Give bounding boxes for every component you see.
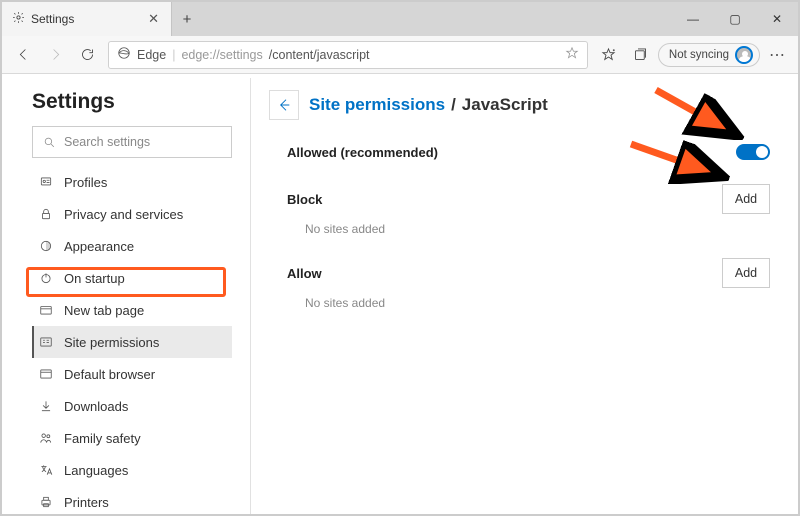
new-tab-button[interactable]: + bbox=[172, 2, 202, 36]
breadcrumb-current: JavaScript bbox=[462, 95, 548, 115]
avatar-icon bbox=[735, 46, 753, 64]
favorites-button[interactable] bbox=[594, 40, 624, 70]
settings-nav: Profiles Privacy and services Appearance… bbox=[32, 166, 232, 514]
url-suffix: /content/javascript bbox=[269, 48, 370, 62]
settings-sidebar: Settings Search settings Profiles Privac… bbox=[2, 74, 250, 514]
sidebar-item-label: Languages bbox=[64, 463, 128, 478]
block-add-button[interactable]: Add bbox=[722, 184, 770, 214]
sidebar-item-family[interactable]: Family safety bbox=[32, 422, 232, 454]
permissions-icon bbox=[38, 334, 54, 350]
search-placeholder: Search settings bbox=[64, 135, 150, 149]
address-bar[interactable]: Edge | edge://settings/content/javascrip… bbox=[108, 41, 588, 69]
language-icon bbox=[38, 462, 54, 478]
gear-icon bbox=[12, 11, 25, 27]
settings-search[interactable]: Search settings bbox=[32, 126, 232, 158]
sidebar-item-label: Privacy and services bbox=[64, 207, 183, 222]
main-panel: Site permissions / JavaScript Allowed (r… bbox=[251, 74, 798, 514]
sidebar-item-downloads[interactable]: Downloads bbox=[32, 390, 232, 422]
profile-label: Not syncing bbox=[669, 49, 729, 61]
tab-title: Settings bbox=[31, 12, 74, 26]
appearance-icon bbox=[38, 238, 54, 254]
browser-label: Edge bbox=[137, 48, 166, 62]
breadcrumb-link[interactable]: Site permissions bbox=[309, 95, 445, 115]
sidebar-item-default-browser[interactable]: Default browser bbox=[32, 358, 232, 390]
sidebar-item-startup[interactable]: On startup bbox=[32, 262, 232, 294]
sidebar-item-label: Downloads bbox=[64, 399, 128, 414]
profile-icon bbox=[38, 174, 54, 190]
allow-empty-text: No sites added bbox=[269, 294, 770, 326]
family-icon bbox=[38, 430, 54, 446]
allowed-label: Allowed (recommended) bbox=[287, 145, 438, 160]
url-prefix: edge://settings bbox=[181, 48, 262, 62]
sidebar-item-label: Appearance bbox=[64, 239, 134, 254]
sidebar-item-label: Site permissions bbox=[64, 335, 159, 350]
sidebar-item-profiles[interactable]: Profiles bbox=[32, 166, 232, 198]
close-window-button[interactable]: ✕ bbox=[756, 2, 798, 36]
search-icon bbox=[43, 136, 56, 149]
edge-logo-icon bbox=[117, 46, 131, 63]
breadcrumb-separator: / bbox=[451, 95, 456, 115]
toolbar: Edge | edge://settings/content/javascrip… bbox=[2, 36, 798, 74]
back-button[interactable] bbox=[8, 40, 38, 70]
block-label: Block bbox=[287, 192, 322, 207]
block-empty-text: No sites added bbox=[269, 220, 770, 252]
profile-button[interactable]: Not syncing bbox=[658, 43, 760, 67]
separator: | bbox=[172, 48, 175, 62]
allowed-row: Allowed (recommended) bbox=[269, 138, 770, 166]
sidebar-item-appearance[interactable]: Appearance bbox=[32, 230, 232, 262]
allowed-toggle[interactable] bbox=[736, 144, 770, 160]
refresh-button[interactable] bbox=[72, 40, 102, 70]
sidebar-item-privacy[interactable]: Privacy and services bbox=[32, 198, 232, 230]
sidebar-item-newtab[interactable]: New tab page bbox=[32, 294, 232, 326]
sidebar-item-languages[interactable]: Languages bbox=[32, 454, 232, 486]
forward-button bbox=[40, 40, 70, 70]
allow-row: Allow Add bbox=[269, 252, 770, 294]
sidebar-item-label: Profiles bbox=[64, 175, 107, 190]
sidebar-item-printers[interactable]: Printers bbox=[32, 486, 232, 514]
browser-tab[interactable]: Settings ✕ bbox=[2, 2, 172, 36]
sidebar-item-label: New tab page bbox=[64, 303, 144, 318]
maximize-button[interactable]: ▢ bbox=[714, 2, 756, 36]
collections-button[interactable] bbox=[626, 40, 656, 70]
power-icon bbox=[38, 270, 54, 286]
download-icon bbox=[38, 398, 54, 414]
allow-add-button[interactable]: Add bbox=[722, 258, 770, 288]
sidebar-item-label: Family safety bbox=[64, 431, 141, 446]
breadcrumb-back-button[interactable] bbox=[269, 90, 299, 120]
tab-icon bbox=[38, 302, 54, 318]
content-area: Settings Search settings Profiles Privac… bbox=[2, 74, 798, 514]
tab-close-icon[interactable]: ✕ bbox=[146, 11, 161, 27]
more-button[interactable]: ⋯ bbox=[762, 40, 792, 70]
sidebar-item-label: Printers bbox=[64, 495, 109, 510]
minimize-button[interactable]: — bbox=[672, 2, 714, 36]
settings-title: Settings bbox=[32, 90, 232, 114]
breadcrumb-row: Site permissions / JavaScript bbox=[269, 90, 770, 120]
lock-icon bbox=[38, 206, 54, 222]
block-row: Block Add bbox=[269, 178, 770, 220]
title-bar: Settings ✕ + — ▢ ✕ bbox=[2, 2, 798, 36]
allow-label: Allow bbox=[287, 266, 322, 281]
window-controls: — ▢ ✕ bbox=[672, 2, 798, 36]
browser-icon bbox=[38, 366, 54, 382]
sidebar-item-label: On startup bbox=[64, 271, 125, 286]
sidebar-item-label: Default browser bbox=[64, 367, 155, 382]
reading-mode-icon[interactable] bbox=[565, 46, 579, 63]
printer-icon bbox=[38, 494, 54, 510]
sidebar-item-site-permissions[interactable]: Site permissions bbox=[32, 326, 232, 358]
